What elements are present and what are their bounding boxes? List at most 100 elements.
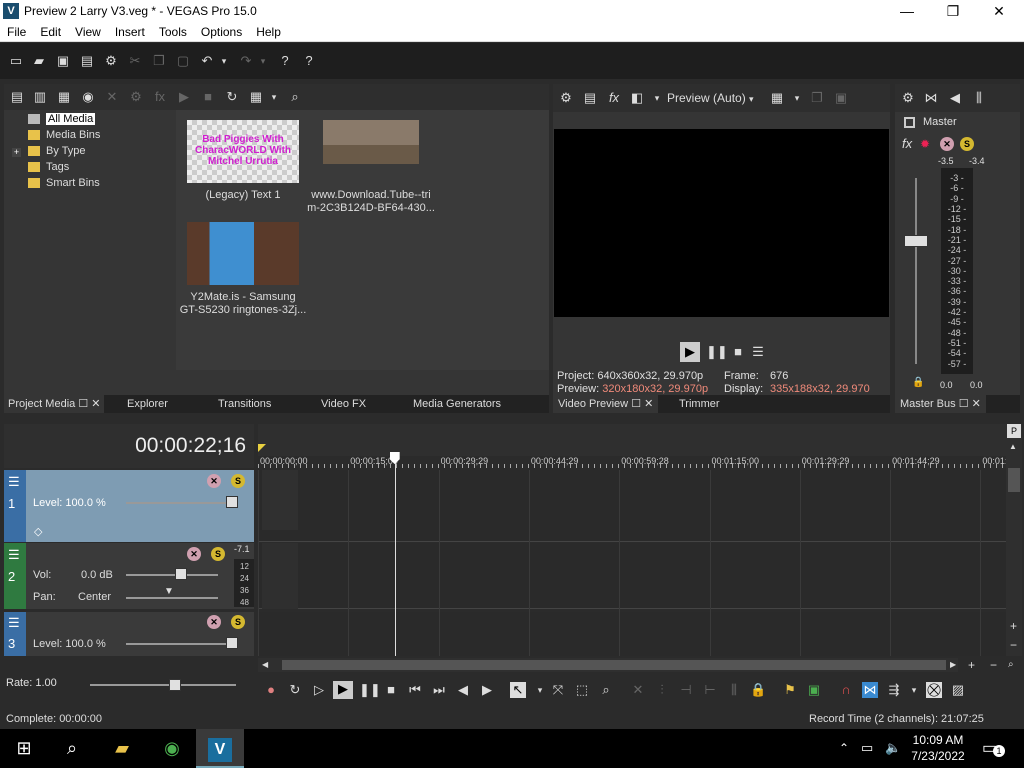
menu-insert[interactable]: Insert bbox=[108, 22, 152, 39]
edit-tool-dropdown-icon[interactable]: ▾ bbox=[532, 682, 548, 698]
next-frame-icon[interactable]: ▶ bbox=[479, 682, 495, 698]
track-1-event[interactable] bbox=[262, 470, 298, 530]
track-2-pan-knob[interactable]: ▼ bbox=[164, 586, 174, 597]
envelope-tool-icon[interactable]: ⤧ bbox=[550, 682, 566, 698]
zoom-tool-transport-icon[interactable]: ⌕ bbox=[598, 682, 614, 698]
split-screen-dropdown-icon[interactable]: ▾ bbox=[649, 90, 665, 106]
track-1-level-slider[interactable] bbox=[126, 502, 238, 504]
menu-options[interactable]: Options bbox=[194, 22, 249, 39]
import-media-icon[interactable]: ▤ bbox=[9, 89, 25, 105]
auto-preview-icon[interactable]: ↻ bbox=[224, 89, 240, 105]
paste-icon[interactable]: ▢ bbox=[175, 53, 191, 69]
mixer-settings-gear-icon[interactable]: ⚙ bbox=[900, 90, 916, 106]
undo-dropdown-icon[interactable]: ▾ bbox=[219, 53, 229, 69]
track-3-solo-icon[interactable]: S bbox=[231, 615, 245, 629]
views-dropdown-icon[interactable]: ▾ bbox=[266, 89, 282, 105]
show-hidden-icons-icon[interactable]: ⌃ bbox=[839, 741, 849, 755]
file-explorer-icon[interactable]: ▰ bbox=[98, 729, 146, 768]
master-fader-knob[interactable] bbox=[904, 235, 928, 247]
normal-edit-tool-icon[interactable]: ↖ bbox=[510, 682, 526, 698]
ignore-event-grouping-icon[interactable]: ▨ bbox=[950, 682, 966, 698]
dim-output-icon[interactable]: ◀ bbox=[947, 90, 963, 106]
track-2-vol-knob[interactable] bbox=[175, 568, 187, 580]
tree-media-bins[interactable]: Media Bins bbox=[28, 129, 100, 141]
zoom-in-horizontal-icon[interactable]: + bbox=[968, 658, 975, 672]
search-media-icon[interactable]: ⌕ bbox=[287, 89, 303, 105]
play-from-start-icon[interactable]: ▷ bbox=[311, 682, 327, 698]
track-2-pan-slider[interactable] bbox=[126, 597, 218, 599]
preview-device-icon[interactable]: ▤ bbox=[582, 90, 598, 106]
menu-edit[interactable]: Edit bbox=[33, 22, 68, 39]
media-thumbnail-video[interactable] bbox=[323, 120, 419, 183]
save-icon[interactable]: ▣ bbox=[55, 53, 71, 69]
search-icon[interactable]: ⌕ bbox=[48, 729, 96, 768]
close-tab-icon[interactable]: ✕ bbox=[644, 398, 653, 410]
preview-menu-icon[interactable]: ☰ bbox=[750, 344, 766, 360]
track-2-solo-icon[interactable]: S bbox=[211, 547, 225, 561]
track-3-menu-icon[interactable]: ☰ bbox=[8, 615, 20, 631]
tab-master-bus[interactable]: Master Bus ☐ ✕ bbox=[895, 395, 986, 413]
tab-transitions[interactable]: Transitions bbox=[218, 398, 271, 410]
media-fx-icon[interactable]: fx bbox=[152, 89, 168, 105]
stop-media-icon[interactable]: ■ bbox=[200, 89, 216, 105]
preview-stop-icon[interactable]: ■ bbox=[730, 344, 746, 360]
tab-trimmer[interactable]: Trimmer bbox=[679, 398, 720, 410]
tree-all-media[interactable]: All Media bbox=[28, 113, 96, 125]
network-icon[interactable]: ▭ bbox=[861, 740, 873, 756]
expand-by-type-icon[interactable]: + bbox=[12, 148, 21, 157]
trim-start-icon[interactable]: ⊣ bbox=[678, 682, 694, 698]
remove-media-icon[interactable]: ✕ bbox=[104, 89, 120, 105]
tree-by-type[interactable]: By Type bbox=[28, 145, 86, 157]
track-2-menu-icon[interactable]: ☰ bbox=[8, 547, 20, 563]
track-3-level-slider[interactable] bbox=[126, 643, 238, 645]
horizontal-scroll-thumb[interactable] bbox=[282, 660, 946, 670]
insert-marker-icon[interactable]: ⚑ bbox=[782, 682, 798, 698]
vertical-scroll-thumb[interactable] bbox=[1008, 468, 1020, 492]
media-properties-icon[interactable]: ⚙ bbox=[128, 89, 144, 105]
zoom-out-horizontal-icon[interactable]: − bbox=[990, 658, 997, 672]
get-media-web-icon[interactable]: ◉ bbox=[80, 89, 96, 105]
ripple-dropdown-icon[interactable]: ▾ bbox=[906, 682, 922, 698]
views-icon[interactable]: ▦ bbox=[248, 89, 264, 105]
horizontal-scrollbar[interactable]: ◀ ▶ bbox=[258, 658, 958, 672]
playback-rate-slider[interactable] bbox=[90, 684, 236, 686]
tab-project-media[interactable]: Project Media ☐ ✕ bbox=[4, 395, 105, 413]
menu-file[interactable]: File bbox=[0, 22, 33, 39]
zoom-in-vertical-icon[interactable]: + bbox=[1010, 619, 1020, 633]
redo-dropdown-icon[interactable]: ▾ bbox=[258, 53, 268, 69]
copy-icon[interactable]: ❐ bbox=[151, 53, 167, 69]
track-2-mute-icon[interactable]: ✕ bbox=[187, 547, 201, 561]
preview-quality-select[interactable]: Preview (Auto) ▾ bbox=[667, 91, 754, 105]
capture-video-icon[interactable]: ▥ bbox=[32, 89, 48, 105]
master-mute-icon[interactable]: ✕ bbox=[940, 137, 954, 151]
windows-start-icon[interactable]: ⊞ bbox=[0, 729, 48, 768]
save-snapshot-icon[interactable]: ▣ bbox=[833, 90, 849, 106]
stop-icon[interactable]: ■ bbox=[383, 682, 399, 698]
previous-frame-icon[interactable]: ◀ bbox=[455, 682, 471, 698]
playback-rate-knob[interactable] bbox=[169, 679, 181, 691]
video-fx-icon[interactable]: fx bbox=[606, 90, 622, 106]
delete-icon[interactable]: ✕ bbox=[630, 682, 646, 698]
get-media-icon[interactable]: ▦ bbox=[56, 89, 72, 105]
minimize-button[interactable]: — bbox=[884, 0, 930, 22]
track-1-keyframe-icon[interactable]: ◇ bbox=[34, 525, 42, 538]
insert-region-icon[interactable]: ▣ bbox=[806, 682, 822, 698]
timeline-options-icon[interactable]: P bbox=[1007, 424, 1021, 438]
zoom-out-vertical-icon[interactable]: − bbox=[1010, 638, 1020, 652]
lock-event-icon[interactable]: 🔒 bbox=[750, 682, 766, 698]
track-1-header[interactable]: ☰ 1 ✕ S Level: 100.0 % ◇ bbox=[4, 470, 254, 542]
menu-help[interactable]: Help bbox=[249, 22, 288, 39]
track-1-menu-icon[interactable]: ☰ bbox=[8, 474, 20, 490]
undo-icon[interactable]: ↶ bbox=[199, 53, 215, 69]
menu-tools[interactable]: Tools bbox=[152, 22, 194, 39]
playhead-cursor[interactable] bbox=[394, 452, 396, 656]
lock-icon[interactable]: 🔒 bbox=[912, 377, 924, 388]
selection-tool-icon[interactable]: ⬚ bbox=[574, 682, 590, 698]
undock-icon[interactable]: ☐ bbox=[631, 398, 641, 410]
close-button[interactable]: ✕ bbox=[976, 0, 1022, 22]
vegas-taskbar-icon[interactable]: V bbox=[196, 729, 244, 768]
tab-video-preview[interactable]: Video Preview ☐ ✕ bbox=[553, 395, 659, 413]
track-2-vol-slider[interactable] bbox=[126, 574, 218, 576]
close-tab-icon[interactable]: ✕ bbox=[972, 398, 981, 410]
open-folder-icon[interactable]: ▰ bbox=[31, 53, 47, 69]
